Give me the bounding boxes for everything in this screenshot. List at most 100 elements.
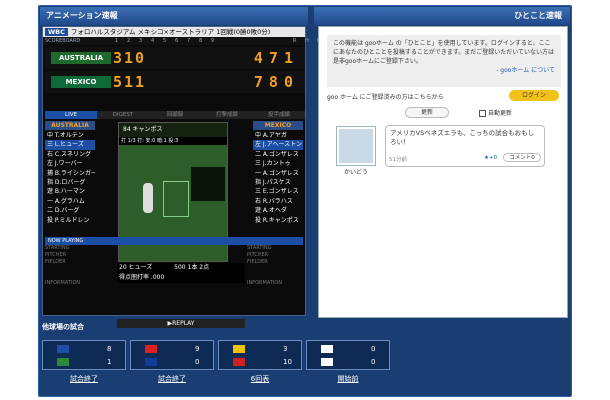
avatar[interactable]: [337, 127, 375, 165]
label-fielder: FIELDER: [45, 259, 66, 265]
batter-figure: [143, 183, 153, 213]
roster-player[interactable]: 投 R.キャンポス: [253, 216, 303, 225]
roster-player[interactable]: 中 T.オルテン: [45, 131, 95, 140]
checkbox-icon[interactable]: [479, 110, 486, 117]
roster-player[interactable]: 一 A.ゴンザレス: [253, 169, 303, 178]
label-fielder-r: FIELDER: [247, 259, 268, 265]
other-game-score: 0: [371, 358, 376, 366]
other-game-score: 1: [107, 358, 112, 366]
other-game-card[interactable]: 3 10: [218, 340, 302, 370]
venue-text: フォロハルスタジアム メキシコ×オーストラリア 1回戦(0勝0敗0分): [70, 28, 271, 36]
login-prompt: goo ホーム にご登録済みの方はこちらから: [327, 94, 444, 101]
other-game-row: 0: [311, 343, 387, 355]
roster-player[interactable]: 一 A.グラハム: [45, 197, 95, 206]
batter-avg: 得点圏打率 .000: [119, 274, 165, 281]
score-header-cell: H: [305, 38, 309, 44]
roster-player[interactable]: 捕 B.ライシンガー: [45, 169, 95, 178]
other-game-score: 9: [195, 345, 200, 353]
away-innings: 310: [113, 49, 147, 67]
tab-pitching[interactable]: 投手成績: [253, 111, 305, 119]
other-game-status[interactable]: 6回表: [218, 374, 302, 384]
post-meta: 51分前 ★+0 コメント0: [389, 153, 541, 163]
home-rhe: 780: [253, 73, 299, 91]
tab-live[interactable]: LIVE: [45, 111, 97, 119]
other-game-score: 3: [283, 345, 288, 353]
other-game-status[interactable]: 試合終了: [130, 374, 214, 384]
other-game-row: 1: [47, 356, 123, 368]
left-side-labels: STARTING PITCHER FIELDER INFORMATION: [45, 245, 115, 287]
flag-icon: [321, 358, 333, 366]
right-team-label: MEXICO: [253, 121, 303, 130]
roster-player[interactable]: 遊 B.ハーマン: [45, 187, 95, 196]
other-game-card[interactable]: 90: [130, 340, 214, 370]
roster-player[interactable]: 右 C.スネリング: [45, 150, 95, 159]
flag-icon: [57, 358, 69, 366]
score-header-cell: 1: [115, 38, 119, 44]
home-team-name: MEXICO: [51, 76, 111, 88]
goo-home-link[interactable]: - gooホーム について: [496, 67, 555, 74]
flag-icon: [57, 345, 69, 353]
other-game-card[interactable]: 81: [42, 340, 126, 370]
other-game-status[interactable]: 試合終了: [42, 374, 126, 384]
star-count[interactable]: ★+0: [484, 155, 497, 161]
score-header-cell: 2: [127, 38, 131, 44]
left-team-label: AUSTRALIA: [45, 121, 95, 130]
notice-box: この機能は gooホーム の「ひとこと」を使用しています。ログインすると、ここに…: [327, 35, 561, 87]
roster-player[interactable]: 指 D.ロバーグ: [45, 178, 95, 187]
count-bar: 打 1/3 打: 安:0 暗:1 投:3: [119, 137, 227, 145]
away-team-name: AUSTRALIA: [51, 52, 111, 64]
flag-icon: [145, 358, 157, 366]
roster-player[interactable]: 二 A.ゴンザレス: [253, 150, 303, 159]
hitokoto-header: ひとこと速報: [314, 7, 570, 25]
roster-player[interactable]: 右 R.バラハス: [253, 197, 303, 206]
label-information: INFORMATION: [45, 280, 81, 286]
roster-player[interactable]: 三 E.ゴンザレス: [253, 187, 303, 196]
roster-player[interactable]: 遊 A.オヘダ: [253, 206, 303, 215]
other-game-status[interactable]: 開始前: [306, 374, 390, 384]
other-game-row: 0: [311, 356, 387, 368]
roster-player[interactable]: 三 L.ヒューズ: [45, 140, 95, 150]
roster-player[interactable]: 三 J.カントゥ: [253, 159, 303, 168]
comment-button[interactable]: コメント0: [503, 153, 541, 162]
auto-update-label: 自動更新: [488, 110, 513, 117]
flag-icon: [233, 345, 245, 353]
other-game-row: 10: [223, 356, 299, 368]
strike-zone: [163, 181, 189, 217]
auto-update-toggle[interactable]: 自動更新: [479, 108, 512, 117]
other-game-row: 9: [135, 343, 211, 355]
notice-text: この機能は gooホーム の「ひとこと」を使用しています。ログインすると、ここに…: [333, 40, 555, 65]
label-pitcher-r: PITCHER: [247, 252, 269, 258]
score-header-cell: SCOREBOARD: [45, 38, 81, 44]
login-button[interactable]: ログイン: [509, 90, 559, 101]
other-games-title: 他球場の試合: [42, 323, 84, 331]
bso-indicator: [191, 167, 225, 201]
roster-player[interactable]: 中 A.アヤガ: [253, 131, 303, 140]
right-side-labels: STARTING PITCHER FIELDER INFORMATION: [247, 245, 317, 287]
tab-recap[interactable]: 回顧録: [149, 111, 201, 119]
other-game-card[interactable]: 00: [306, 340, 390, 370]
now-playing-bar: NOW PLAYING: [45, 237, 303, 245]
post-username[interactable]: かいどう: [335, 167, 377, 176]
other-game-row: 8: [47, 343, 123, 355]
roster-player[interactable]: 投 P.ミルドレン: [45, 216, 95, 225]
label-pitcher: PITCHER: [45, 252, 67, 258]
tab-batting[interactable]: 打撃成績: [201, 111, 253, 119]
away-rhe: 471: [253, 49, 299, 67]
flag-icon: [145, 345, 157, 353]
game-info-bar: WBC フォロハルスタジアム メキシコ×オーストラリア 1回戦(0勝0敗0分): [43, 27, 305, 37]
roster-player[interactable]: 二 D.バーグ: [45, 206, 95, 215]
batter-info: 20 ヒューズ 500 1本 2点 得点圏打率 .000: [117, 263, 245, 283]
roster-player[interactable]: 左 J.ワーバー: [45, 159, 95, 168]
other-game-score: 0: [371, 345, 376, 353]
tab-digest[interactable]: DIGEST: [97, 111, 149, 119]
roster-player[interactable]: 左 J.アヘーストン: [253, 140, 303, 150]
other-game-score: 0: [195, 358, 200, 366]
scoreboard-panel: WBC フォロハルスタジアム メキシコ×オーストラリア 1回戦(0勝0敗0分) S…: [42, 26, 320, 328]
hitokoto-panel: この機能は gooホーム の「ひとこと」を使用しています。ログインすると、ここに…: [318, 26, 568, 318]
home-team-row: MEXICO 511 780: [45, 71, 305, 93]
roster-player[interactable]: 指 J.パスケス: [253, 178, 303, 187]
other-game-row: 0: [135, 356, 211, 368]
other-game-row: 3: [223, 343, 299, 355]
update-button[interactable]: 更新: [405, 107, 449, 118]
label-starting-r: STARTING: [247, 245, 272, 251]
